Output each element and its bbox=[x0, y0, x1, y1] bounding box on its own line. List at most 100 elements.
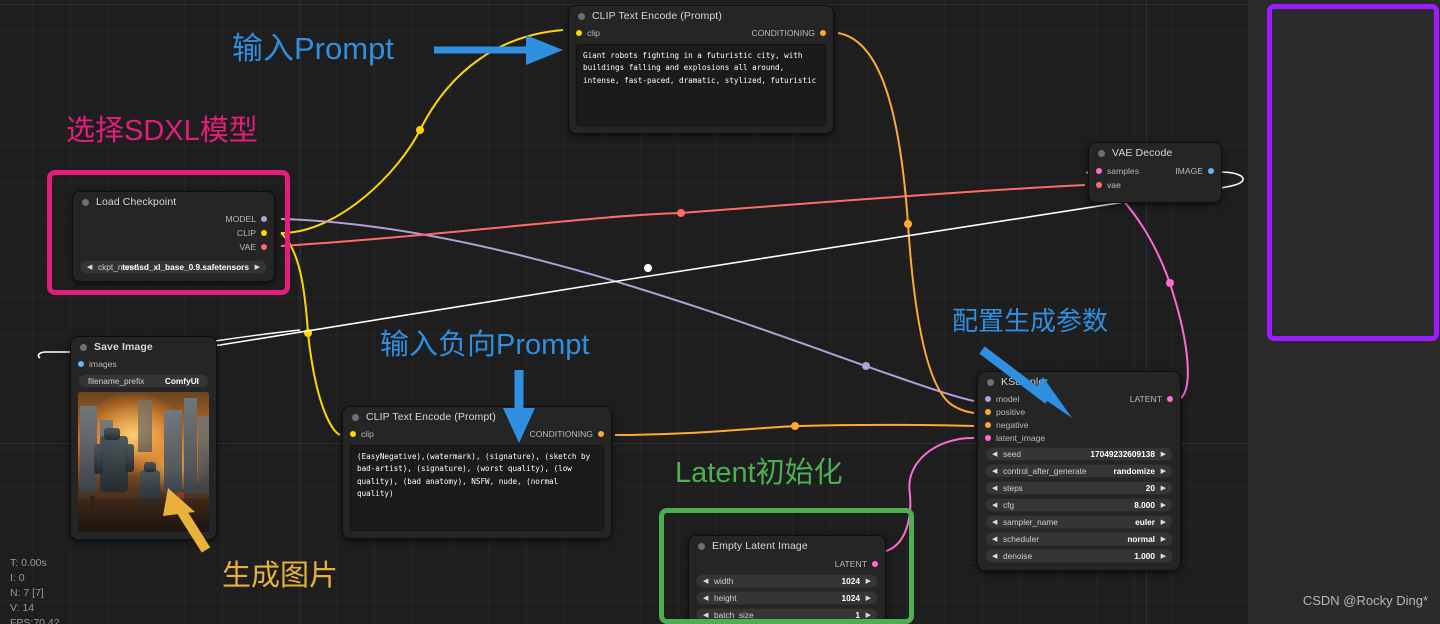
input-port-model[interactable]: model bbox=[985, 394, 1019, 404]
clip-port-dot bbox=[261, 230, 267, 236]
next-arrow-icon[interactable]: ▶ bbox=[866, 577, 871, 585]
port-label: model bbox=[996, 393, 1020, 404]
latent-port-dot bbox=[1167, 395, 1173, 402]
port-label: latent_image bbox=[996, 432, 1046, 443]
stat-nodes: N: 7 [7] bbox=[10, 586, 44, 599]
input-port-positive[interactable]: positive bbox=[985, 407, 1025, 417]
next-arrow-icon[interactable]: ▶ bbox=[1161, 501, 1166, 509]
collapse-icon[interactable] bbox=[82, 198, 89, 206]
next-arrow-icon[interactable]: ▶ bbox=[1161, 518, 1166, 526]
port-label: CONDITIONING bbox=[751, 27, 816, 38]
prev-arrow-icon[interactable]: ◀ bbox=[992, 552, 997, 560]
output-port-image[interactable]: IMAGE bbox=[1175, 166, 1214, 176]
node-save-image[interactable]: Save Image images filename_prefix ComfyU… bbox=[70, 336, 217, 540]
port-label: positive bbox=[996, 406, 1026, 417]
widget-sampler-name[interactable]: ◀ sampler_name euler ▶ bbox=[985, 515, 1173, 529]
next-arrow-icon[interactable]: ▶ bbox=[1161, 467, 1166, 475]
widget-ckpt-name[interactable]: ◀ ckpt_name test\sd_xl_base_0.9.safetens… bbox=[80, 260, 267, 274]
widget-seed[interactable]: ◀ seed 17049232609138 ▶ bbox=[985, 447, 1173, 461]
port-label: LATENT bbox=[834, 558, 867, 569]
widget-control-after-generate[interactable]: ◀ control_after_generate randomize ▶ bbox=[985, 464, 1173, 478]
prev-arrow-icon[interactable]: ◀ bbox=[87, 263, 92, 271]
next-arrow-icon[interactable]: ▶ bbox=[1161, 552, 1166, 560]
generated-image-preview[interactable] bbox=[78, 392, 209, 532]
node-title-text: Empty Latent Image bbox=[712, 540, 808, 552]
prev-arrow-icon[interactable]: ◀ bbox=[992, 484, 997, 492]
prompt-textarea[interactable]: Giant robots fighting in a futuristic ci… bbox=[576, 44, 826, 126]
input-port-clip[interactable]: clip bbox=[576, 28, 600, 38]
node-ksampler[interactable]: KSampler model LATENT positive negative … bbox=[977, 371, 1181, 571]
output-port-latent[interactable]: LATENT bbox=[835, 559, 878, 569]
input-port-samples[interactable]: samples bbox=[1096, 166, 1139, 176]
next-arrow-icon[interactable]: ▶ bbox=[255, 263, 260, 271]
watermark: CSDN @Rocky Ding* bbox=[1302, 593, 1428, 608]
port-label: CONDITIONING bbox=[529, 428, 594, 439]
node-title: CLIP Text Encode (Prompt) bbox=[343, 407, 611, 427]
input-port-images[interactable]: images bbox=[78, 359, 117, 369]
comfyui-window: CLIP Text Encode (Prompt) clip CONDITION… bbox=[0, 0, 1440, 624]
output-port-model[interactable]: MODEL bbox=[225, 214, 267, 224]
input-port-clip[interactable]: clip bbox=[350, 429, 374, 439]
input-port-latent-image[interactable]: latent_image bbox=[985, 433, 1045, 443]
port-label: vae bbox=[1107, 180, 1121, 190]
output-port-conditioning[interactable]: CONDITIONING bbox=[751, 27, 826, 38]
collapse-icon[interactable] bbox=[578, 12, 585, 20]
collapse-icon[interactable] bbox=[698, 542, 705, 550]
image-port-dot bbox=[1208, 167, 1214, 174]
samples-port-dot bbox=[1096, 167, 1102, 174]
prev-arrow-icon[interactable]: ◀ bbox=[703, 611, 708, 619]
node-clip-text-encode-negative[interactable]: CLIP Text Encode (Prompt) clip CONDITION… bbox=[342, 406, 612, 539]
widget-width[interactable]: ◀ width 1024 ▶ bbox=[696, 574, 878, 588]
widget-label: seed bbox=[1003, 449, 1021, 459]
annotation-input-prompt: 输入Prompt bbox=[232, 31, 394, 66]
node-title-text: CLIP Text Encode (Prompt) bbox=[366, 411, 496, 423]
prev-arrow-icon[interactable]: ◀ bbox=[992, 467, 997, 475]
prompt-textarea[interactable]: (EasyNegative),(watermark), (signature),… bbox=[350, 445, 604, 531]
port-label: LATENT bbox=[1129, 393, 1162, 404]
collapse-icon[interactable] bbox=[987, 378, 994, 386]
port-label: VAE bbox=[239, 242, 256, 252]
widget-value: 17049232609138 bbox=[1090, 449, 1155, 459]
next-arrow-icon[interactable]: ▶ bbox=[866, 611, 871, 619]
prev-arrow-icon[interactable]: ◀ bbox=[703, 577, 708, 585]
prev-arrow-icon[interactable]: ◀ bbox=[992, 518, 997, 526]
widget-label: denoise bbox=[1003, 551, 1033, 561]
node-load-checkpoint[interactable]: Load Checkpoint MODEL CLIP VAE ◀ ckpt_na… bbox=[72, 191, 275, 282]
prev-arrow-icon[interactable]: ◀ bbox=[992, 450, 997, 458]
node-clip-text-encode-positive[interactable]: CLIP Text Encode (Prompt) clip CONDITION… bbox=[568, 5, 834, 134]
port-label: clip bbox=[587, 27, 600, 38]
port-label: clip bbox=[361, 428, 374, 439]
prev-arrow-icon[interactable]: ◀ bbox=[703, 594, 708, 602]
widget-batch-size[interactable]: ◀ batch_size 1 ▶ bbox=[696, 608, 878, 622]
node-empty-latent-image[interactable]: Empty Latent Image LATENT ◀ width 1024 ▶… bbox=[688, 535, 886, 624]
widget-filename-prefix[interactable]: filename_prefix ComfyUI bbox=[78, 374, 209, 388]
node-title: CLIP Text Encode (Prompt) bbox=[569, 6, 833, 26]
widget-denoise[interactable]: ◀ denoise 1.000 ▶ bbox=[985, 549, 1173, 563]
widget-value: 1.000 bbox=[1134, 551, 1155, 561]
annotation-negative-prompt: 输入负向Prompt bbox=[380, 329, 590, 361]
output-port-clip[interactable]: CLIP bbox=[237, 228, 267, 238]
collapse-icon[interactable] bbox=[352, 413, 359, 421]
prev-arrow-icon[interactable]: ◀ bbox=[992, 501, 997, 509]
widget-height[interactable]: ◀ height 1024 ▶ bbox=[696, 591, 878, 605]
collapse-icon[interactable] bbox=[1098, 149, 1105, 157]
next-arrow-icon[interactable]: ▶ bbox=[1161, 484, 1166, 492]
collapse-icon[interactable] bbox=[80, 343, 87, 351]
next-arrow-icon[interactable]: ▶ bbox=[1161, 450, 1166, 458]
output-port-vae[interactable]: VAE bbox=[239, 242, 267, 252]
input-port-vae[interactable]: vae bbox=[1096, 180, 1121, 190]
output-port-latent[interactable]: LATENT bbox=[1130, 394, 1173, 404]
input-port-negative[interactable]: negative bbox=[985, 420, 1029, 430]
widget-steps[interactable]: ◀ steps 20 ▶ bbox=[985, 481, 1173, 495]
annotation-config-params: 配置生成参数 bbox=[952, 306, 1109, 336]
widget-cfg[interactable]: ◀ cfg 8.000 ▶ bbox=[985, 498, 1173, 512]
widget-label: filename_prefix bbox=[88, 376, 145, 386]
widget-scheduler[interactable]: ◀ scheduler normal ▶ bbox=[985, 532, 1173, 546]
node-title: VAE Decode bbox=[1089, 143, 1221, 163]
positive-port-dot bbox=[985, 408, 991, 415]
next-arrow-icon[interactable]: ▶ bbox=[1161, 535, 1166, 543]
node-vae-decode[interactable]: VAE Decode samples IMAGE vae bbox=[1088, 142, 1222, 203]
next-arrow-icon[interactable]: ▶ bbox=[866, 594, 871, 602]
prev-arrow-icon[interactable]: ◀ bbox=[992, 535, 997, 543]
output-port-conditioning[interactable]: CONDITIONING bbox=[529, 428, 604, 439]
